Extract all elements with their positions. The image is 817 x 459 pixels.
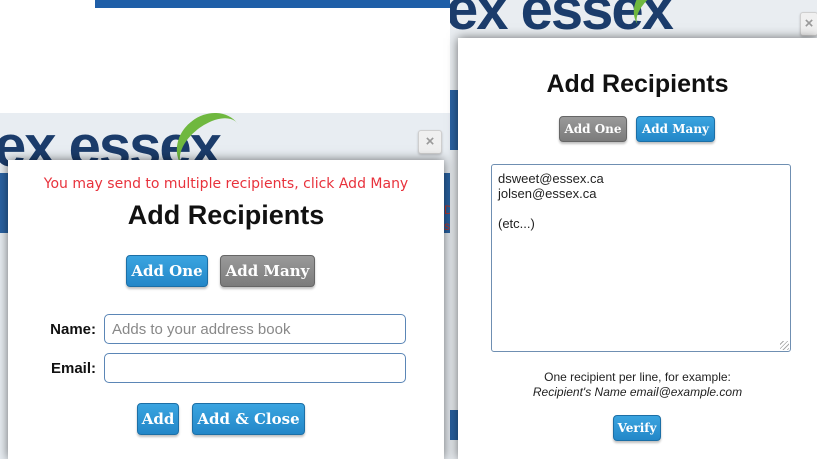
dialog-title: Add Recipients <box>546 70 729 98</box>
add-recipients-dialog-single: You may send to multiple recipients, cli… <box>8 160 444 459</box>
email-input[interactable] <box>104 353 406 383</box>
resize-handle-icon[interactable] <box>780 341 789 350</box>
add-one-tab-button[interactable]: Add One <box>559 116 627 142</box>
add-one-tab-button[interactable]: Add One <box>126 255 208 287</box>
name-label: Name: <box>50 321 96 338</box>
add-many-tab-button[interactable]: Add Many <box>220 255 315 287</box>
dialog-title: Add Recipients <box>127 200 325 230</box>
add-many-tab-button[interactable]: Add Many <box>636 116 715 142</box>
hint-text: One recipient per line, for example: <box>544 370 731 384</box>
name-input[interactable] <box>104 314 406 344</box>
email-label: Email: <box>50 360 96 377</box>
add-and-close-button[interactable]: Add & Close <box>192 403 305 435</box>
hint-example: Recipient's Name email@example.com <box>532 385 743 399</box>
add-recipients-dialog-many: Add Recipients Add One Add Many dsweet@e… <box>458 38 817 459</box>
close-icon[interactable]: × <box>418 130 442 154</box>
recipients-textarea[interactable]: dsweet@essex.ca jolsen@essex.ca (etc...) <box>491 164 791 352</box>
verify-button[interactable]: Verify <box>613 415 661 441</box>
close-icon[interactable]: × <box>800 12 817 36</box>
multiple-recipients-notice: You may send to multiple recipients, cli… <box>43 176 409 192</box>
add-button[interactable]: Add <box>137 403 179 435</box>
